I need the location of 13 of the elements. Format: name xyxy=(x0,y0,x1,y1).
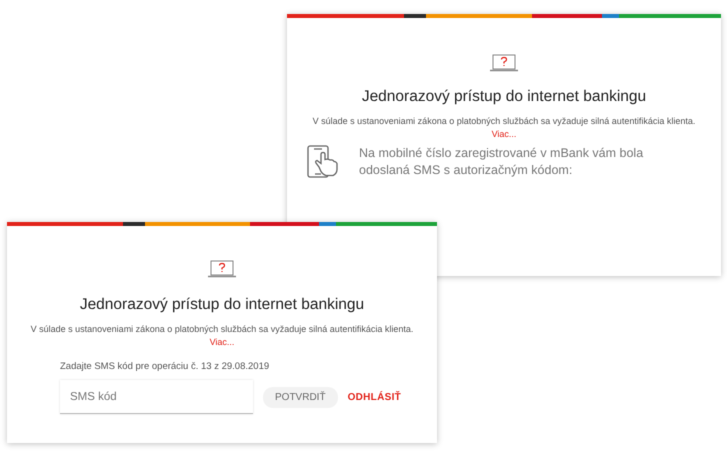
sms-prompt: Zadajte SMS kód pre operáciu č. 13 z 29.08.2019 xyxy=(60,361,270,372)
dialog-title: Jednorazový prístup do internet bankingu xyxy=(80,296,364,314)
logout-link[interactable]: ODHLÁSIŤ xyxy=(348,392,402,402)
confirm-button[interactable]: POTVRDIŤ xyxy=(263,386,338,408)
more-link[interactable]: Viac... xyxy=(492,129,516,139)
laptop-icon xyxy=(208,260,236,278)
sms-code-field[interactable]: SMS kód xyxy=(60,380,253,414)
dialog-title: Jednorazový prístup do internet bankingu xyxy=(362,88,646,106)
sms-sent-text: Na mobilné číslo zaregistrované v mBank vám bola odoslaná SMS s autorizačným kódom: xyxy=(359,145,644,179)
laptop-icon xyxy=(490,54,518,72)
more-link[interactable]: Viac... xyxy=(210,337,234,347)
authentication-notice: V súlade s ustanoveniami zákona o platobných službách sa vyžaduje silná autentifikácia klienta. xyxy=(30,324,414,334)
authentication-notice: V súlade s ustanoveniami zákona o platobných službách sa vyžaduje silná autentifikácia klienta. xyxy=(312,116,696,126)
